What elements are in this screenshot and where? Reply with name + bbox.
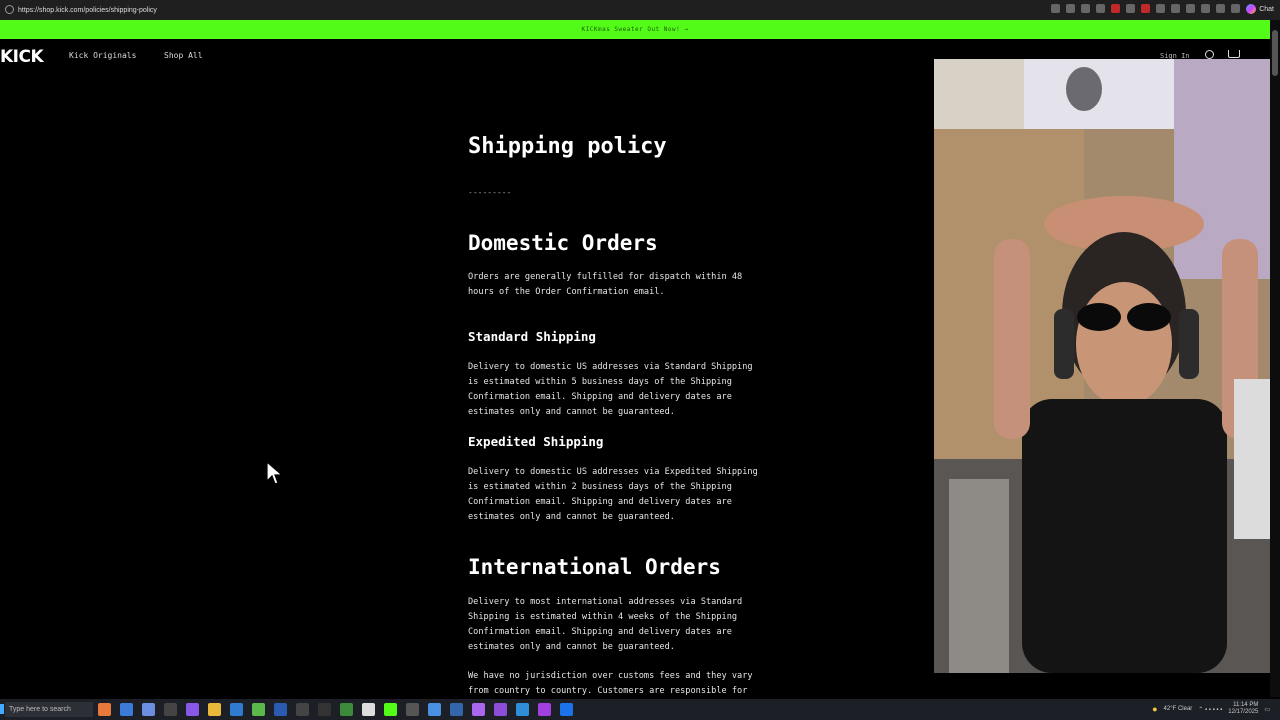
youtube-extension-icon[interactable] (1141, 4, 1150, 13)
app-icon[interactable] (384, 703, 397, 716)
scrollbar-thumb[interactable] (1272, 30, 1278, 76)
divider: --------- (468, 188, 512, 197)
search-icon[interactable] (1205, 50, 1214, 59)
edge-icon[interactable] (230, 703, 243, 716)
domestic-heading: Domestic Orders (468, 231, 658, 255)
chrome-icon[interactable] (362, 703, 375, 716)
taskbar-apps (98, 703, 573, 716)
expedited-shipping-heading: Expedited Shipping (468, 434, 604, 449)
announcement-bar[interactable]: KICKmas Sweater Out Now! → (0, 20, 1270, 39)
copilot-icon (1246, 4, 1257, 14)
system-tray: ● 42°F Clear ⌃ ▪ ▪ ▪ ▪ ▪ 11:14 PM 12/17/… (1152, 702, 1270, 716)
app-icon[interactable] (98, 703, 111, 716)
nav-shop-all[interactable]: Shop All (164, 51, 203, 60)
international-text: Delivery to most international addresses… (468, 597, 743, 652)
domestic-intro: Orders are generally fulfilled for dispa… (468, 272, 743, 297)
chat-button[interactable]: Chat (1246, 4, 1274, 14)
cart-icon[interactable] (1228, 50, 1240, 58)
app-icon[interactable] (318, 703, 331, 716)
app-icon[interactable] (164, 703, 177, 716)
extension-icon[interactable] (1126, 4, 1135, 13)
more-menu-icon[interactable] (1231, 4, 1240, 13)
standard-shipping-heading: Standard Shipping (468, 329, 596, 344)
webcam-overlay (934, 59, 1280, 673)
browser-toolbar: https://shop.kick.com/policies/shipping-… (0, 0, 1280, 20)
task-view-icon[interactable] (120, 703, 133, 716)
extension-icon[interactable] (1081, 4, 1090, 13)
steam-icon[interactable] (560, 703, 573, 716)
app-icon[interactable] (296, 703, 309, 716)
taskbar-search-input[interactable]: Type here to search (5, 702, 93, 717)
nav-kick-originals[interactable]: Kick Originals (69, 51, 136, 60)
app-icon[interactable] (186, 703, 199, 716)
app-icon[interactable] (274, 703, 287, 716)
extension-icon[interactable] (1201, 4, 1210, 13)
app-icon[interactable] (450, 703, 463, 716)
profile-avatar-icon[interactable] (1216, 4, 1225, 13)
weather-text[interactable]: 42°F Clear (1164, 706, 1193, 712)
extension-icons (1051, 4, 1240, 13)
webcam-video (934, 59, 1280, 673)
mouse-cursor-icon (266, 461, 284, 485)
clock-time: 11:14 PM (1233, 702, 1259, 708)
app-icon[interactable] (494, 703, 507, 716)
page-title: Shipping policy (468, 134, 667, 159)
windows-start-icon[interactable] (0, 704, 4, 714)
app-icon[interactable] (472, 703, 485, 716)
extension-icon[interactable] (1186, 4, 1195, 13)
app-icon[interactable] (428, 703, 441, 716)
expedited-shipping-text: Delivery to domestic US addresses via Ex… (468, 467, 758, 522)
international-heading: International Orders (468, 555, 721, 579)
address-bar[interactable]: https://shop.kick.com/policies/shipping-… (18, 7, 157, 14)
app-icon[interactable] (252, 703, 265, 716)
chat-label: Chat (1259, 5, 1274, 13)
extension-icon[interactable] (1111, 4, 1120, 13)
page-scrollbar[interactable] (1270, 20, 1280, 697)
app-icon[interactable] (406, 703, 419, 716)
site-info-icon[interactable] (5, 5, 14, 14)
clock-date: 12/17/2025 (1228, 709, 1259, 715)
standard-shipping-text: Delivery to domestic US addresses via St… (468, 362, 753, 417)
weather-moon-icon: ● (1152, 704, 1158, 714)
app-icon[interactable] (516, 703, 529, 716)
clock[interactable]: 11:14 PM 12/17/2025 (1228, 702, 1258, 716)
kick-logo[interactable]: KICK (0, 47, 44, 67)
extension-icon[interactable] (1096, 4, 1105, 13)
notification-icon[interactable]: ▭ (1264, 706, 1270, 713)
bookmark-star-icon[interactable] (1066, 4, 1075, 13)
app-icon[interactable] (340, 703, 353, 716)
customs-text: We have no jurisdiction over customs fee… (468, 671, 753, 696)
zoom-icon[interactable] (1051, 4, 1060, 13)
windows-taskbar: Type here to search ● 42°F Clear ⌃ ▪ ▪ ▪… (0, 699, 1280, 720)
app-icon[interactable] (142, 703, 155, 716)
tray-icons[interactable]: ⌃ ▪ ▪ ▪ ▪ ▪ (1198, 706, 1222, 713)
app-icon[interactable] (538, 703, 551, 716)
extension-icon[interactable] (1156, 4, 1165, 13)
file-explorer-icon[interactable] (208, 703, 221, 716)
extension-icon[interactable] (1171, 4, 1180, 13)
